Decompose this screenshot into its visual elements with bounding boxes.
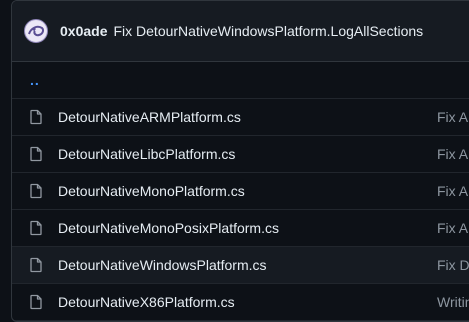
file-row[interactable]: DetourNativeX86Platform.cs Writin [12,284,469,321]
avatar[interactable] [24,19,48,43]
file-row[interactable]: DetourNativeLibcPlatform.cs Fix Ab [12,136,469,173]
file-name-link[interactable]: DetourNativeARMPlatform.cs [58,109,241,125]
file-name-link[interactable]: DetourNativeLibcPlatform.cs [58,146,235,162]
file-last-commit-link[interactable]: Fix Ab [437,109,469,125]
parent-directory-link[interactable]: .. [30,72,40,88]
file-row[interactable]: DetourNativeMonoPlatform.cs Fix Ab [12,173,469,210]
file-icon [30,146,42,162]
file-last-commit-link[interactable]: Fix Ab [437,183,469,199]
file-browser: 0x0ade Fix DetourNativeWindowsPlatform.L… [11,0,469,322]
file-last-commit-link[interactable]: Fix Ab [437,146,469,162]
commit-author-link[interactable]: 0x0ade [60,23,107,39]
file-name-link[interactable]: DetourNativeMonoPosixPlatform.cs [58,220,279,236]
file-icon [30,294,42,310]
file-row[interactable]: DetourNativeMonoPosixPlatform.cs Fix Ab [12,210,469,247]
file-name-link[interactable]: DetourNativeX86Platform.cs [58,294,235,310]
file-row[interactable]: DetourNativeARMPlatform.cs Fix Ab [12,99,469,136]
parent-directory-row[interactable]: .. [12,62,469,99]
file-icon [30,220,42,236]
file-name-link[interactable]: DetourNativeMonoPlatform.cs [58,183,245,199]
commit-message-link[interactable]: Fix DetourNativeWindowsPlatform.LogAllSe… [113,23,423,39]
file-icon [30,109,42,125]
file-last-commit-link[interactable]: Fix De [437,257,469,273]
file-row[interactable]: DetourNativeWindowsPlatform.cs Fix De [12,247,469,284]
file-last-commit-link[interactable]: Fix Ab [437,220,469,236]
latest-commit-bar: 0x0ade Fix DetourNativeWindowsPlatform.L… [12,1,469,62]
file-icon [30,183,42,199]
file-name-link[interactable]: DetourNativeWindowsPlatform.cs [58,257,267,273]
file-last-commit-link[interactable]: Writin [437,294,469,310]
file-icon [30,257,42,273]
